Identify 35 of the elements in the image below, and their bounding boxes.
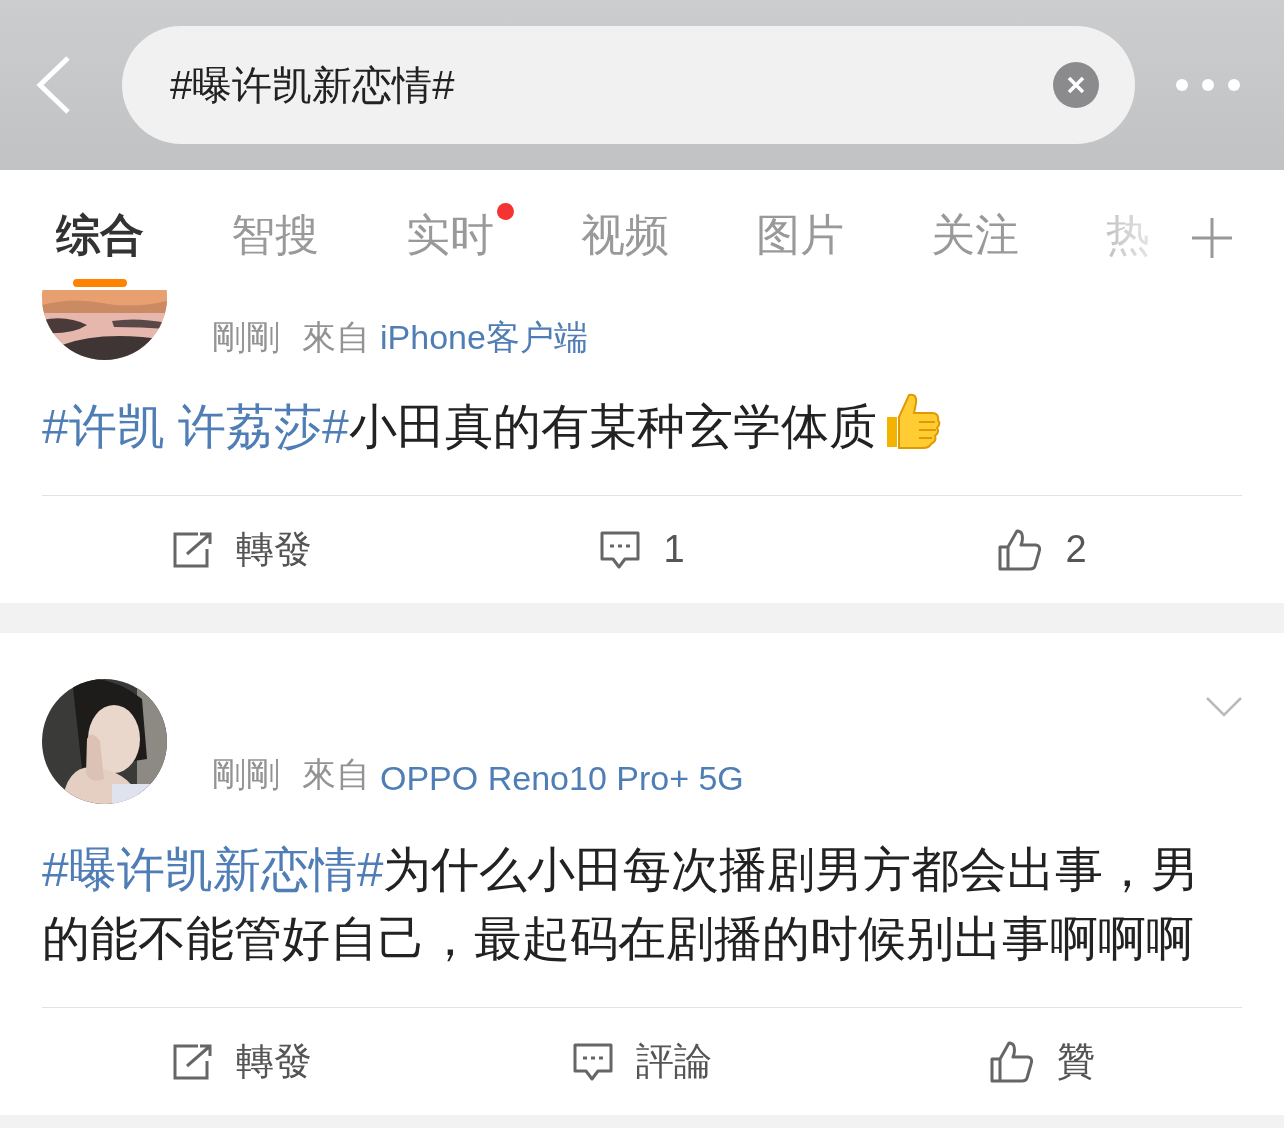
back-icon[interactable] [34,55,72,115]
repost-label[interactable]: 轉發 [236,1036,312,1087]
share-icon [172,530,214,569]
add-icon[interactable] [1192,218,1232,258]
post-time: 剛剛 [212,754,280,795]
post-text: #曝许凯新恋情#为什么小田每次播剧男方都会出事，男的能不能管好自己，最起码在剧播的时候别出事啊啊啊 [42,835,1242,1008]
source-link[interactable]: iPhone客户端 [380,315,588,360]
search-bar[interactable]: #曝许凯新恋情# [122,26,1135,144]
search-field[interactable]: #曝许凯新恋情# [170,62,1053,108]
comment-count[interactable]: 評論 [636,1036,712,1087]
comment-icon [599,529,642,570]
tab[interactable]: 关注 [931,170,1019,290]
hashtag-link[interactable]: #曝许凯新恋情# [42,843,384,896]
clear-icon[interactable] [1053,62,1099,108]
comment-icon [572,1041,614,1082]
post-text: #许凯 许荔莎#小田真的有某种玄学体质 [42,391,1242,496]
thumbs-up-icon [997,527,1044,572]
tab[interactable]: 综合 [56,170,144,290]
tab[interactable]: 图片 [756,170,844,290]
thumbs-up-icon [989,1039,1035,1084]
comment-count[interactable]: 1 [663,528,685,571]
like-count[interactable]: 2 [1065,528,1087,571]
post-time: 剛剛 [212,317,280,358]
source-label: 來自 [302,754,370,795]
like-count[interactable]: 贊 [1057,1036,1095,1087]
source-label: 來自 [302,317,370,358]
tab[interactable]: 智搜 [231,170,319,290]
more-icon[interactable] [1175,78,1241,92]
tab[interactable]: 实时 [406,170,494,290]
share-icon [172,1042,214,1081]
source-link[interactable]: OPPO Reno10 Pro+ 5G [380,759,744,798]
chevron-down-icon[interactable] [1206,696,1242,718]
repost-label[interactable]: 轉發 [236,524,312,575]
hashtag-link[interactable]: #许凯 许荔莎# [42,400,349,453]
tab[interactable]: 视频 [581,170,669,290]
